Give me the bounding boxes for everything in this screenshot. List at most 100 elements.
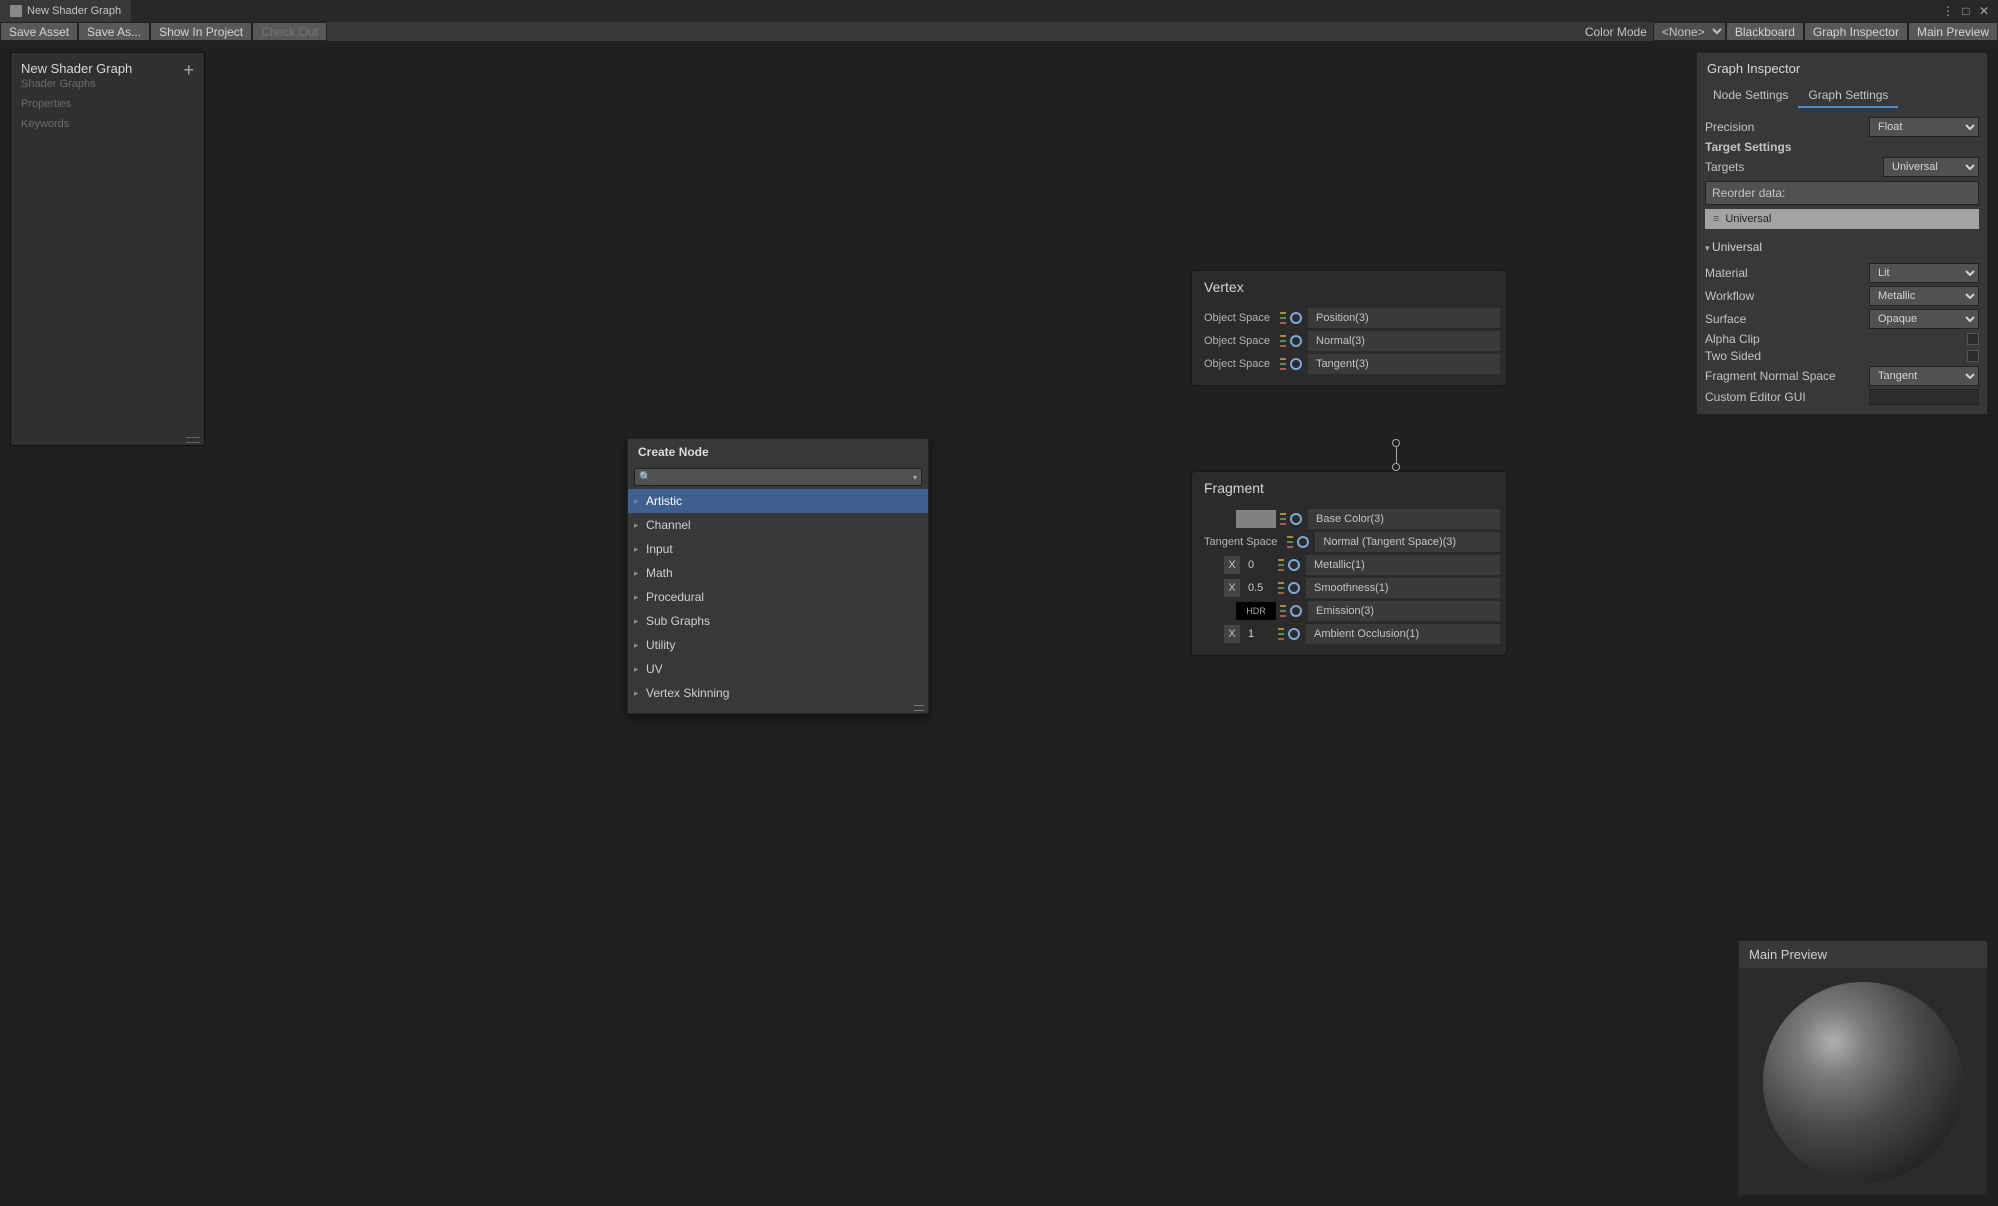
vertex-node-title: Vertex xyxy=(1192,271,1506,303)
vertex-port-tangent[interactable]: Object Space Tangent(3) xyxy=(1198,354,1500,374)
tab-graph-settings[interactable]: Graph Settings xyxy=(1798,84,1898,108)
blackboard-section-properties[interactable]: Properties xyxy=(11,94,204,114)
port-connector-icon[interactable] xyxy=(1290,335,1302,347)
target-list-item[interactable]: Universal xyxy=(1705,209,1979,229)
port-slot-label: Position(3) xyxy=(1308,308,1500,328)
create-node-search-wrap xyxy=(634,468,922,486)
fragment-port-normal[interactable]: Tangent Space Normal (Tangent Space)(3) xyxy=(1198,532,1500,552)
color-mode-select[interactable]: <None> xyxy=(1653,22,1726,41)
create-node-popup: Create Node Artistic Channel Input Math … xyxy=(627,438,929,714)
shadergraph-icon xyxy=(10,5,22,17)
window-tabbar: New Shader Graph ⋮ □ ✕ xyxy=(0,0,1998,22)
inspector-title: Graph Inspector xyxy=(1697,53,1987,84)
save-as-button[interactable]: Save As... xyxy=(78,22,150,41)
twosided-checkbox[interactable] xyxy=(1967,350,1979,362)
fragment-master-node[interactable]: Fragment Base Color(3) Tangent Space Nor… xyxy=(1191,471,1507,656)
window-close-icon[interactable]: ✕ xyxy=(1976,4,1992,18)
main-preview-toggle-button[interactable]: Main Preview xyxy=(1908,22,1998,41)
port-pill-icon xyxy=(1280,312,1286,324)
fragment-port-smoothness[interactable]: X Smoothness(1) xyxy=(1198,578,1500,598)
workflow-select[interactable]: Metallic xyxy=(1869,286,1979,306)
create-node-item-input[interactable]: Input xyxy=(628,537,928,561)
blackboard-add-button[interactable]: + xyxy=(183,61,194,79)
main-preview-panel[interactable]: Main Preview xyxy=(1738,940,1988,1196)
create-node-item-channel[interactable]: Channel xyxy=(628,513,928,537)
port-space-label: Object Space xyxy=(1198,312,1276,324)
float-x-label: X xyxy=(1224,579,1240,597)
ao-input[interactable] xyxy=(1244,625,1274,643)
port-connector-icon[interactable] xyxy=(1290,513,1302,525)
fragment-port-emission[interactable]: HDR Emission(3) xyxy=(1198,601,1500,621)
port-slot-label: Metallic(1) xyxy=(1306,555,1500,575)
port-slot-label: Emission(3) xyxy=(1308,601,1500,621)
create-node-item-procedural[interactable]: Procedural xyxy=(628,585,928,609)
targets-select[interactable]: Universal xyxy=(1883,157,1979,177)
vertex-master-node[interactable]: Vertex Object Space Position(3) Object S… xyxy=(1191,270,1507,386)
port-slot-label: Normal(3) xyxy=(1308,331,1500,351)
fragment-node-title: Fragment xyxy=(1192,472,1506,504)
graph-canvas[interactable]: New Shader Graph Shader Graphs + Propert… xyxy=(0,42,1998,1206)
port-slot-label: Normal (Tangent Space)(3) xyxy=(1315,532,1500,552)
workflow-label: Workflow xyxy=(1705,289,1863,303)
alphaclip-checkbox[interactable] xyxy=(1967,333,1979,345)
preview-viewport[interactable] xyxy=(1739,968,1987,1195)
twosided-label: Two Sided xyxy=(1705,349,1961,363)
create-node-list: Artistic Channel Input Math Procedural S… xyxy=(628,489,928,705)
fragment-port-basecolor[interactable]: Base Color(3) xyxy=(1198,509,1500,529)
window-maximize-icon[interactable]: □ xyxy=(1958,4,1974,18)
port-connector-icon[interactable] xyxy=(1288,559,1300,571)
surface-select[interactable]: Opaque xyxy=(1869,309,1979,329)
port-connector-icon[interactable] xyxy=(1290,312,1302,324)
create-node-item-subgraphs[interactable]: Sub Graphs xyxy=(628,609,928,633)
create-node-item-uv[interactable]: UV xyxy=(628,657,928,681)
check-out-button[interactable]: Check Out xyxy=(252,22,327,41)
resize-cursor-icon xyxy=(1389,439,1403,471)
fragment-port-ao[interactable]: X Ambient Occlusion(1) xyxy=(1198,624,1500,644)
metallic-input[interactable] xyxy=(1244,556,1274,574)
material-label: Material xyxy=(1705,266,1863,280)
create-node-item-vertexskinning[interactable]: Vertex Skinning xyxy=(628,681,928,705)
port-space-label: Object Space xyxy=(1198,358,1276,370)
vertex-port-position[interactable]: Object Space Position(3) xyxy=(1198,308,1500,328)
create-node-item-math[interactable]: Math xyxy=(628,561,928,585)
graph-inspector-toggle-button[interactable]: Graph Inspector xyxy=(1804,22,1908,41)
custom-editor-gui-input[interactable] xyxy=(1869,389,1979,405)
port-connector-icon[interactable] xyxy=(1290,358,1302,370)
hdr-swatch[interactable]: HDR xyxy=(1236,602,1276,620)
show-in-project-button[interactable]: Show In Project xyxy=(150,22,252,41)
create-node-resize-handle[interactable] xyxy=(628,705,928,713)
port-connector-icon[interactable] xyxy=(1288,628,1300,640)
graph-inspector-panel[interactable]: Graph Inspector Node Settings Graph Sett… xyxy=(1696,52,1988,415)
port-connector-icon[interactable] xyxy=(1297,536,1309,548)
create-node-title: Create Node xyxy=(628,439,928,465)
fragment-normal-space-select[interactable]: Tangent xyxy=(1869,366,1979,386)
window-tab[interactable]: New Shader Graph xyxy=(0,0,131,22)
window-menu-icon[interactable]: ⋮ xyxy=(1940,4,1956,18)
blackboard-section-keywords[interactable]: Keywords xyxy=(11,114,204,134)
universal-foldout[interactable]: Universal xyxy=(1705,237,1979,260)
create-node-item-artistic[interactable]: Artistic xyxy=(628,489,928,513)
tab-title: New Shader Graph xyxy=(27,5,121,17)
blackboard-panel[interactable]: New Shader Graph Shader Graphs + Propert… xyxy=(10,52,205,446)
vertex-port-normal[interactable]: Object Space Normal(3) xyxy=(1198,331,1500,351)
float-x-label: X xyxy=(1224,625,1240,643)
smoothness-input[interactable] xyxy=(1244,579,1274,597)
blackboard-toggle-button[interactable]: Blackboard xyxy=(1726,22,1804,41)
save-asset-button[interactable]: Save Asset xyxy=(0,22,78,41)
fragment-port-metallic[interactable]: X Metallic(1) xyxy=(1198,555,1500,575)
color-swatch[interactable] xyxy=(1236,510,1276,528)
fragment-normal-space-label: Fragment Normal Space xyxy=(1705,369,1863,383)
port-connector-icon[interactable] xyxy=(1290,605,1302,617)
port-pill-icon xyxy=(1280,335,1286,347)
tab-node-settings[interactable]: Node Settings xyxy=(1703,84,1798,108)
create-node-search-input[interactable] xyxy=(654,471,910,483)
blackboard-resize-handle[interactable] xyxy=(186,437,200,443)
port-connector-icon[interactable] xyxy=(1288,582,1300,594)
blackboard-title: New Shader Graph xyxy=(21,61,132,76)
create-node-item-utility[interactable]: Utility xyxy=(628,633,928,657)
precision-select[interactable]: Float xyxy=(1869,117,1979,137)
window-controls: ⋮ □ ✕ xyxy=(1940,0,1998,22)
material-select[interactable]: Lit xyxy=(1869,263,1979,283)
reorder-header: Reorder data: xyxy=(1705,181,1979,205)
preview-title: Main Preview xyxy=(1739,941,1987,968)
